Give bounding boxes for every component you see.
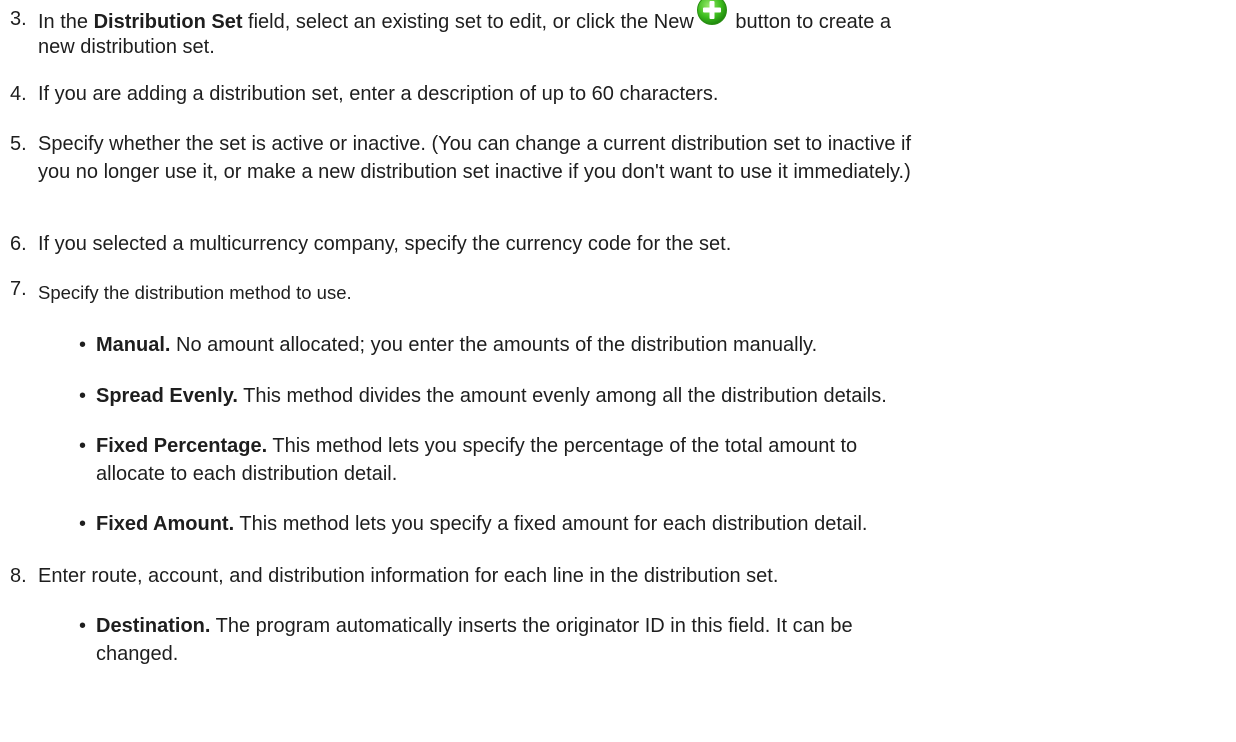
bullet-dot: •	[79, 385, 87, 407]
bullet-dot: •	[79, 334, 87, 356]
bullet-dot: •	[79, 615, 87, 637]
step-text-line2: you no longer use it, or make a new dist…	[38, 161, 911, 183]
field-name-distribution-set: Distribution Set	[93, 11, 243, 33]
step-text: If you are adding a distribution set, en…	[38, 83, 719, 105]
step-text: Specify the distribution method to use.	[38, 282, 352, 303]
step-number: 6.	[10, 233, 27, 255]
bullet-text: Spread Evenly. This method divides the a…	[96, 385, 887, 407]
step-text: Specify whether the set is active or ina…	[38, 133, 912, 155]
bullet-text-line2: changed.	[96, 643, 179, 665]
bullet-text-line2: allocate to each distribution detail.	[96, 463, 398, 485]
bullet-text: Destination. The program automatically i…	[96, 615, 853, 637]
step-number: 3.	[10, 8, 27, 30]
bullet-dot: •	[79, 435, 87, 457]
step-text: If you selected a multicurrency company,…	[38, 233, 732, 255]
step-number: 7.	[10, 278, 27, 300]
step-number: 5.	[10, 133, 27, 155]
bullet-text: Fixed Amount. This method lets you speci…	[96, 513, 868, 535]
bullet-dot: •	[79, 513, 87, 535]
step-text: Enter route, account, and distribution i…	[38, 565, 779, 587]
step-number: 4.	[10, 83, 27, 105]
bullet-text: Manual. No amount allocated; you enter t…	[96, 334, 818, 356]
bullet-text: Fixed Percentage. This method lets you s…	[96, 435, 858, 457]
step-text-line2: new distribution set.	[38, 36, 215, 58]
step-number: 8.	[10, 565, 27, 587]
